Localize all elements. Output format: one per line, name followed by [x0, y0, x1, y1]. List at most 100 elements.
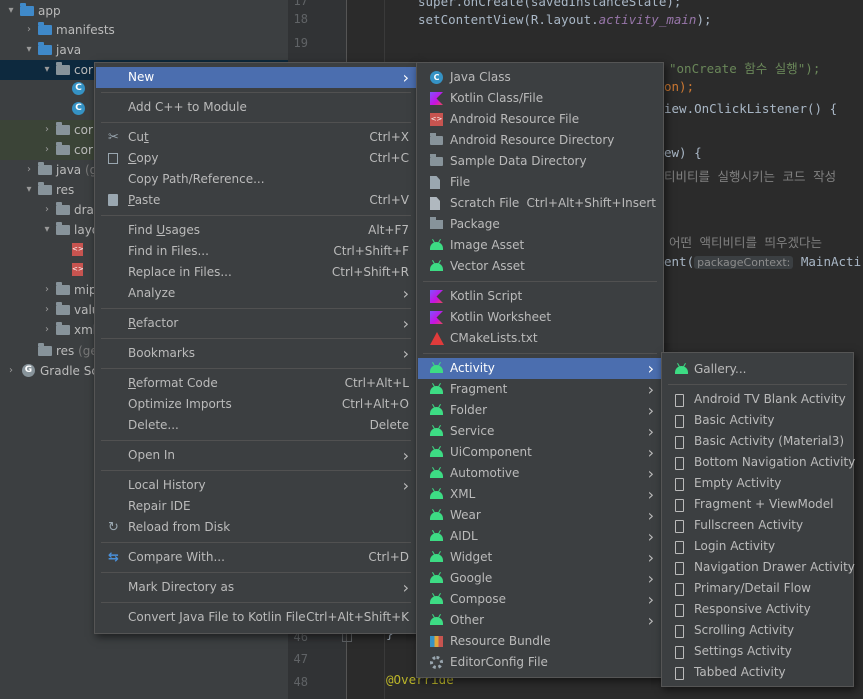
menu-item-mark-directory-as[interactable]: Mark Directory as › [96, 577, 416, 598]
menu-item-automotive[interactable]: Automotive › [418, 463, 662, 484]
submenu-arrow-icon: › [647, 485, 654, 504]
menu-item-settings-activity[interactable]: Settings Activity [663, 641, 852, 662]
menu-item-package[interactable]: Package [418, 214, 662, 235]
menu-item-vector-asset[interactable]: Vector Asset [418, 256, 662, 277]
menu-item-resource-bundle[interactable]: Resource Bundle [418, 631, 662, 652]
menu-item-paste[interactable]: Paste Ctrl+V [96, 190, 416, 211]
line-number: 18 [293, 12, 308, 26]
menu-item-fragment[interactable]: Fragment › [418, 379, 662, 400]
menu-item-empty-activity[interactable]: Empty Activity [663, 473, 852, 494]
menu-item-activity[interactable]: Activity › [418, 358, 662, 379]
chevron-icon[interactable]: › [24, 160, 34, 180]
menu-item-xml[interactable]: XML › [418, 484, 662, 505]
menu-item-replace-in-files[interactable]: Replace in Files... Ctrl+Shift+R [96, 262, 416, 283]
menu-item-kotlin-script[interactable]: Kotlin Script [418, 286, 662, 307]
chevron-icon[interactable]: › [42, 300, 52, 320]
menu-separator [101, 215, 411, 216]
chevron-icon[interactable]: ▾ [24, 180, 34, 200]
menu-item-sample-data-directory[interactable]: Sample Data Directory [418, 151, 662, 172]
menu-item-android-resource-directory[interactable]: Android Resource Directory [418, 130, 662, 151]
menu-item-editorconfig-file[interactable]: EditorConfig File [418, 652, 662, 673]
menu-item-label: Find in Files... [128, 244, 209, 258]
menu-item-gallery[interactable]: Gallery... [663, 359, 852, 380]
menu-item-scrolling-activity[interactable]: Scrolling Activity [663, 620, 852, 641]
chevron-icon[interactable]: › [42, 200, 52, 220]
gear-icon [430, 656, 443, 669]
tree-item[interactable]: ▾ app [0, 1, 288, 21]
chevron-icon[interactable]: › [42, 320, 52, 340]
menu-item-widget[interactable]: Widget › [418, 547, 662, 568]
menu-item-cmakelists-txt[interactable]: CMakeLists.txt [418, 328, 662, 349]
menu-item-delete[interactable]: Delete... Delete [96, 415, 416, 436]
folder-icon [56, 142, 70, 155]
menu-item-bookmarks[interactable]: Bookmarks › [96, 343, 416, 364]
menu-item-tabbed-activity[interactable]: Tabbed Activity [663, 662, 852, 683]
menu-item-reload-from-disk[interactable]: ↻ Reload from Disk [96, 517, 416, 538]
resource-file-icon: <> [430, 113, 443, 126]
tree-item[interactable]: › manifests [0, 20, 288, 40]
code-line: 티비티를 실행시키는 코드 작성 [664, 169, 837, 184]
phone-icon [675, 415, 684, 428]
chevron-icon[interactable]: ▾ [42, 60, 52, 80]
menu-item-label: Login Activity [694, 539, 776, 553]
menu-item-scratch-file[interactable]: Scratch File Ctrl+Alt+Shift+Insert [418, 193, 662, 214]
menu-item-navigation-drawer-activity[interactable]: Navigation Drawer Activity [663, 557, 855, 578]
menu-item-file[interactable]: File [418, 172, 662, 193]
menu-item-android-tv-blank-activity[interactable]: Android TV Blank Activity [663, 389, 852, 410]
chevron-icon[interactable]: › [42, 120, 52, 140]
menu-item-label: EditorConfig File [450, 655, 548, 669]
tree-item[interactable]: ▾ java [0, 40, 288, 60]
menu-item-repair-ide[interactable]: Repair IDE [96, 496, 416, 517]
menu-item-label: Wear [450, 508, 481, 522]
menu-item-folder[interactable]: Folder › [418, 400, 662, 421]
menu-item-find-usages[interactable]: Find Usages Alt+F7 [96, 220, 416, 241]
menu-item-refactor[interactable]: Refactor › [96, 313, 416, 334]
chevron-icon[interactable]: ▾ [42, 220, 52, 240]
menu-item-basic-activity-material3[interactable]: Basic Activity (Material3) [663, 431, 852, 452]
menu-item-bottom-navigation-activity[interactable]: Bottom Navigation Activity [663, 452, 855, 473]
menu-item-copy[interactable]: Copy Ctrl+C [96, 148, 416, 169]
menu-item-add-c-to-module[interactable]: Add C++ to Module [96, 97, 416, 118]
menu-item-uicomponent[interactable]: UiComponent › [418, 442, 662, 463]
menu-item-convert-java-file-to-kotlin-file[interactable]: Convert Java File to Kotlin File Ctrl+Alt… [96, 607, 416, 628]
menu-item-label: Image Asset [450, 238, 525, 252]
menu-item-local-history[interactable]: Local History › [96, 475, 416, 496]
chevron-icon[interactable]: › [42, 140, 52, 160]
tree-item-label: manifests [56, 23, 115, 37]
chevron-icon[interactable]: › [42, 280, 52, 300]
menu-item-other[interactable]: Other › [418, 610, 662, 631]
menu-item-find-in-files[interactable]: Find in Files... Ctrl+Shift+F [96, 241, 416, 262]
menu-item-compare-with[interactable]: ⇆ Compare With... Ctrl+D [96, 547, 416, 568]
menu-item-new[interactable]: New › [96, 67, 416, 88]
menu-item-fragment-viewmodel[interactable]: Fragment + ViewModel [663, 494, 852, 515]
chevron-icon[interactable]: › [24, 20, 34, 40]
menu-item-compose[interactable]: Compose › [418, 589, 662, 610]
menu-item-login-activity[interactable]: Login Activity [663, 536, 852, 557]
menu-item-responsive-activity[interactable]: Responsive Activity [663, 599, 852, 620]
menu-item-open-in[interactable]: Open In › [96, 445, 416, 466]
menu-item-copy-path-reference[interactable]: Copy Path/Reference... [96, 169, 416, 190]
paste-icon [108, 194, 118, 206]
menu-item-service[interactable]: Service › [418, 421, 662, 442]
menu-item-java-class[interactable]: C Java Class [418, 67, 662, 88]
menu-item-primary-detail-flow[interactable]: Primary/Detail Flow [663, 578, 852, 599]
menu-item-fullscreen-activity[interactable]: Fullscreen Activity [663, 515, 852, 536]
menu-item-reformat-code[interactable]: Reformat Code Ctrl+Alt+L [96, 373, 416, 394]
submenu-arrow-icon: › [647, 380, 654, 399]
menu-item-kotlin-worksheet[interactable]: Kotlin Worksheet [418, 307, 662, 328]
menu-item-aidl[interactable]: AIDL › [418, 526, 662, 547]
menu-item-shortcut: Ctrl+C [369, 151, 409, 165]
menu-item-analyze[interactable]: Analyze › [96, 283, 416, 304]
menu-item-google[interactable]: Google › [418, 568, 662, 589]
menu-item-image-asset[interactable]: Image Asset [418, 235, 662, 256]
chevron-icon[interactable]: ▾ [24, 40, 34, 60]
chevron-icon[interactable]: › [6, 361, 16, 381]
menu-item-android-resource-file[interactable]: <> Android Resource File [418, 109, 662, 130]
chevron-icon[interactable]: ▾ [6, 1, 16, 21]
menu-item-kotlin-class-file[interactable]: Kotlin Class/File [418, 88, 662, 109]
reload-icon: ↻ [108, 520, 119, 535]
menu-item-optimize-imports[interactable]: Optimize Imports Ctrl+Alt+O [96, 394, 416, 415]
menu-item-cut[interactable]: ✂ Cut Ctrl+X [96, 127, 416, 148]
menu-item-wear[interactable]: Wear › [418, 505, 662, 526]
menu-item-basic-activity[interactable]: Basic Activity [663, 410, 852, 431]
